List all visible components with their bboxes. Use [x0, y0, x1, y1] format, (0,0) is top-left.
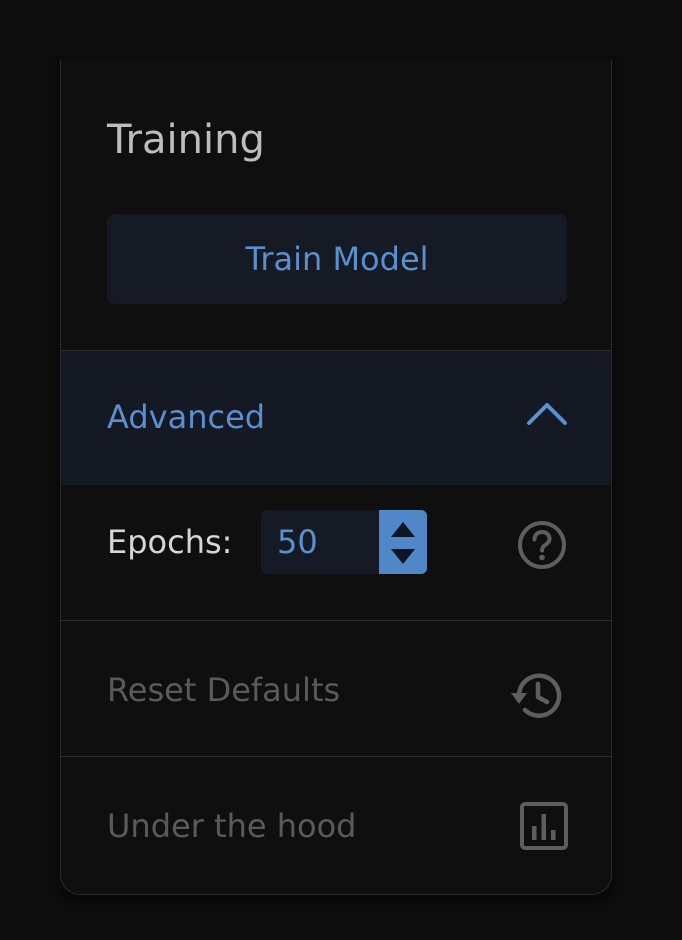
advanced-label: Advanced	[107, 398, 266, 436]
bar-chart-icon[interactable]	[520, 802, 568, 850]
epochs-stepper[interactable]: 50	[261, 510, 427, 574]
question-circle-icon[interactable]	[516, 519, 568, 571]
epochs-value[interactable]: 50	[277, 522, 318, 562]
stepper-arrows[interactable]	[379, 510, 427, 574]
panel-title: Training	[107, 117, 265, 163]
advanced-section-toggle[interactable]: Advanced	[61, 351, 611, 485]
up-down-arrows-icon[interactable]	[379, 510, 427, 574]
reset-defaults-label[interactable]: Reset Defaults	[107, 670, 340, 710]
epochs-label: Epochs:	[107, 523, 233, 561]
training-panel: Training Train Model Advanced Epochs: 50…	[60, 60, 612, 895]
history-icon[interactable]	[509, 671, 563, 721]
under-the-hood-label[interactable]: Under the hood	[107, 806, 356, 846]
chevron-up-icon	[527, 403, 567, 425]
train-model-button[interactable]: Train Model	[107, 214, 567, 304]
